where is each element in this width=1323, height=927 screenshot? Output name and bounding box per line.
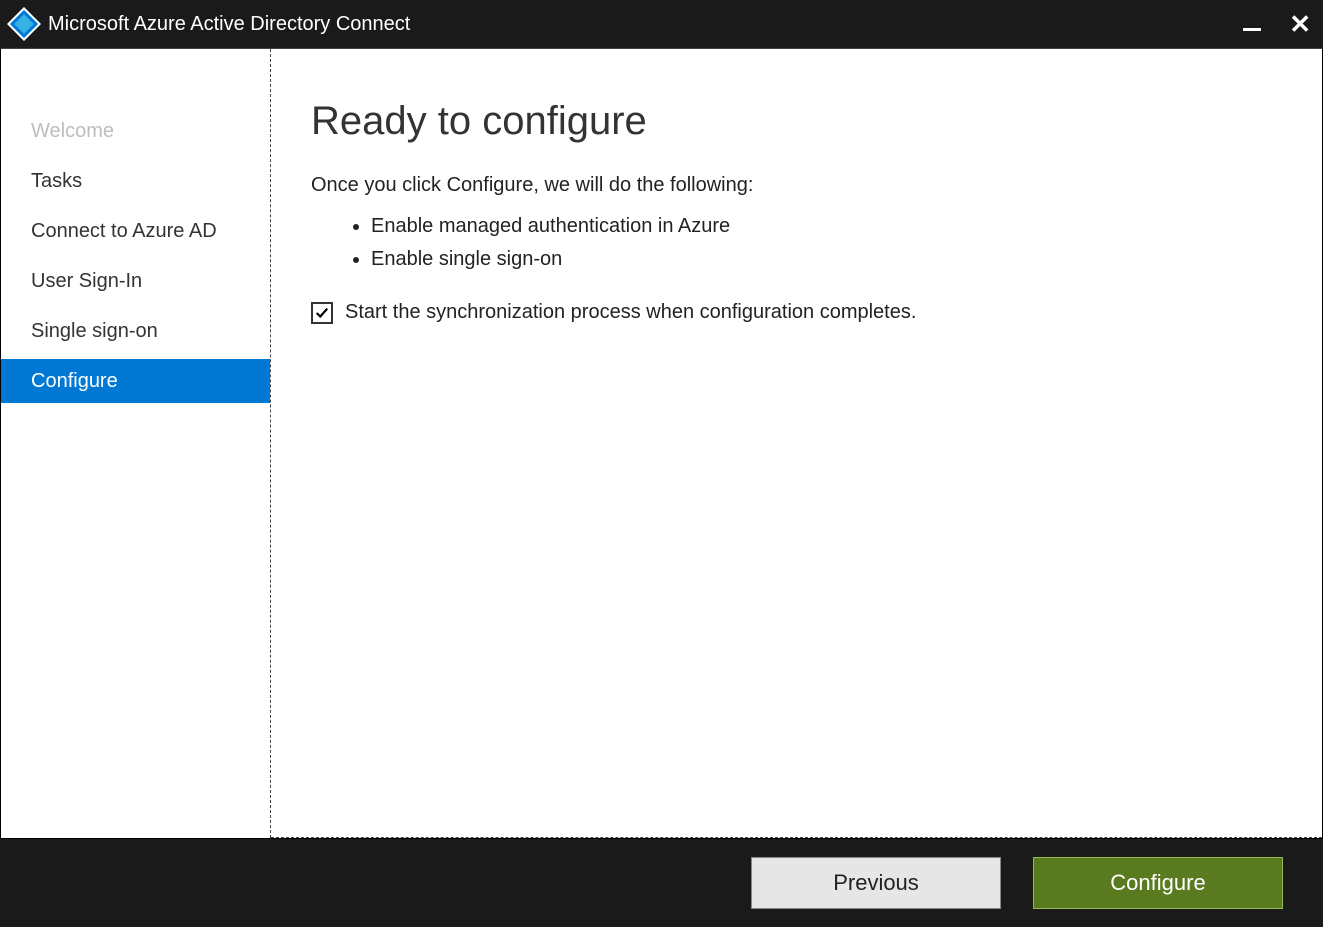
sidebar-item-label: Connect to Azure AD (31, 220, 217, 242)
sidebar-item-configure[interactable]: Configure (1, 359, 270, 403)
sidebar-item-label: Tasks (31, 170, 82, 192)
sidebar-item-welcome: Welcome (1, 109, 270, 153)
action-item: Enable managed authentication in Azure (371, 215, 1282, 238)
body-area: Welcome Tasks Connect to Azure AD User S… (0, 48, 1323, 839)
app-icon (7, 7, 41, 41)
sync-checkbox-row: Start the synchronization process when c… (311, 301, 1282, 324)
window-controls: ✕ (1243, 11, 1311, 37)
configure-button[interactable]: Configure (1033, 857, 1283, 909)
sidebar-item-label: Configure (31, 370, 118, 392)
close-icon[interactable]: ✕ (1289, 11, 1311, 37)
sync-checkbox[interactable] (311, 302, 333, 324)
window-titlebar: Microsoft Azure Active Directory Connect… (0, 0, 1323, 48)
sidebar-item-label: Welcome (31, 120, 114, 142)
button-label: Previous (833, 870, 919, 896)
wizard-footer: Previous Configure (0, 839, 1323, 927)
lead-text: Once you click Configure, we will do the… (311, 174, 1282, 197)
sidebar-item-single-sign-on[interactable]: Single sign-on (1, 309, 270, 353)
action-item: Enable single sign-on (371, 248, 1282, 271)
checkmark-icon (315, 306, 329, 320)
previous-button[interactable]: Previous (751, 857, 1001, 909)
wizard-sidebar: Welcome Tasks Connect to Azure AD User S… (1, 49, 271, 838)
minimize-icon[interactable] (1243, 28, 1261, 31)
sidebar-item-label: User Sign-In (31, 270, 142, 292)
main-panel: Ready to configure Once you click Config… (271, 49, 1322, 838)
sidebar-item-user-sign-in[interactable]: User Sign-In (1, 259, 270, 303)
sync-checkbox-label: Start the synchronization process when c… (345, 301, 916, 324)
sidebar-item-label: Single sign-on (31, 320, 158, 342)
button-label: Configure (1110, 870, 1205, 896)
action-list: Enable managed authentication in Azure E… (371, 215, 1282, 271)
sidebar-item-tasks[interactable]: Tasks (1, 159, 270, 203)
page-heading: Ready to configure (311, 99, 1282, 144)
window-title: Microsoft Azure Active Directory Connect (48, 13, 1243, 36)
sidebar-item-connect-azure-ad[interactable]: Connect to Azure AD (1, 209, 270, 253)
